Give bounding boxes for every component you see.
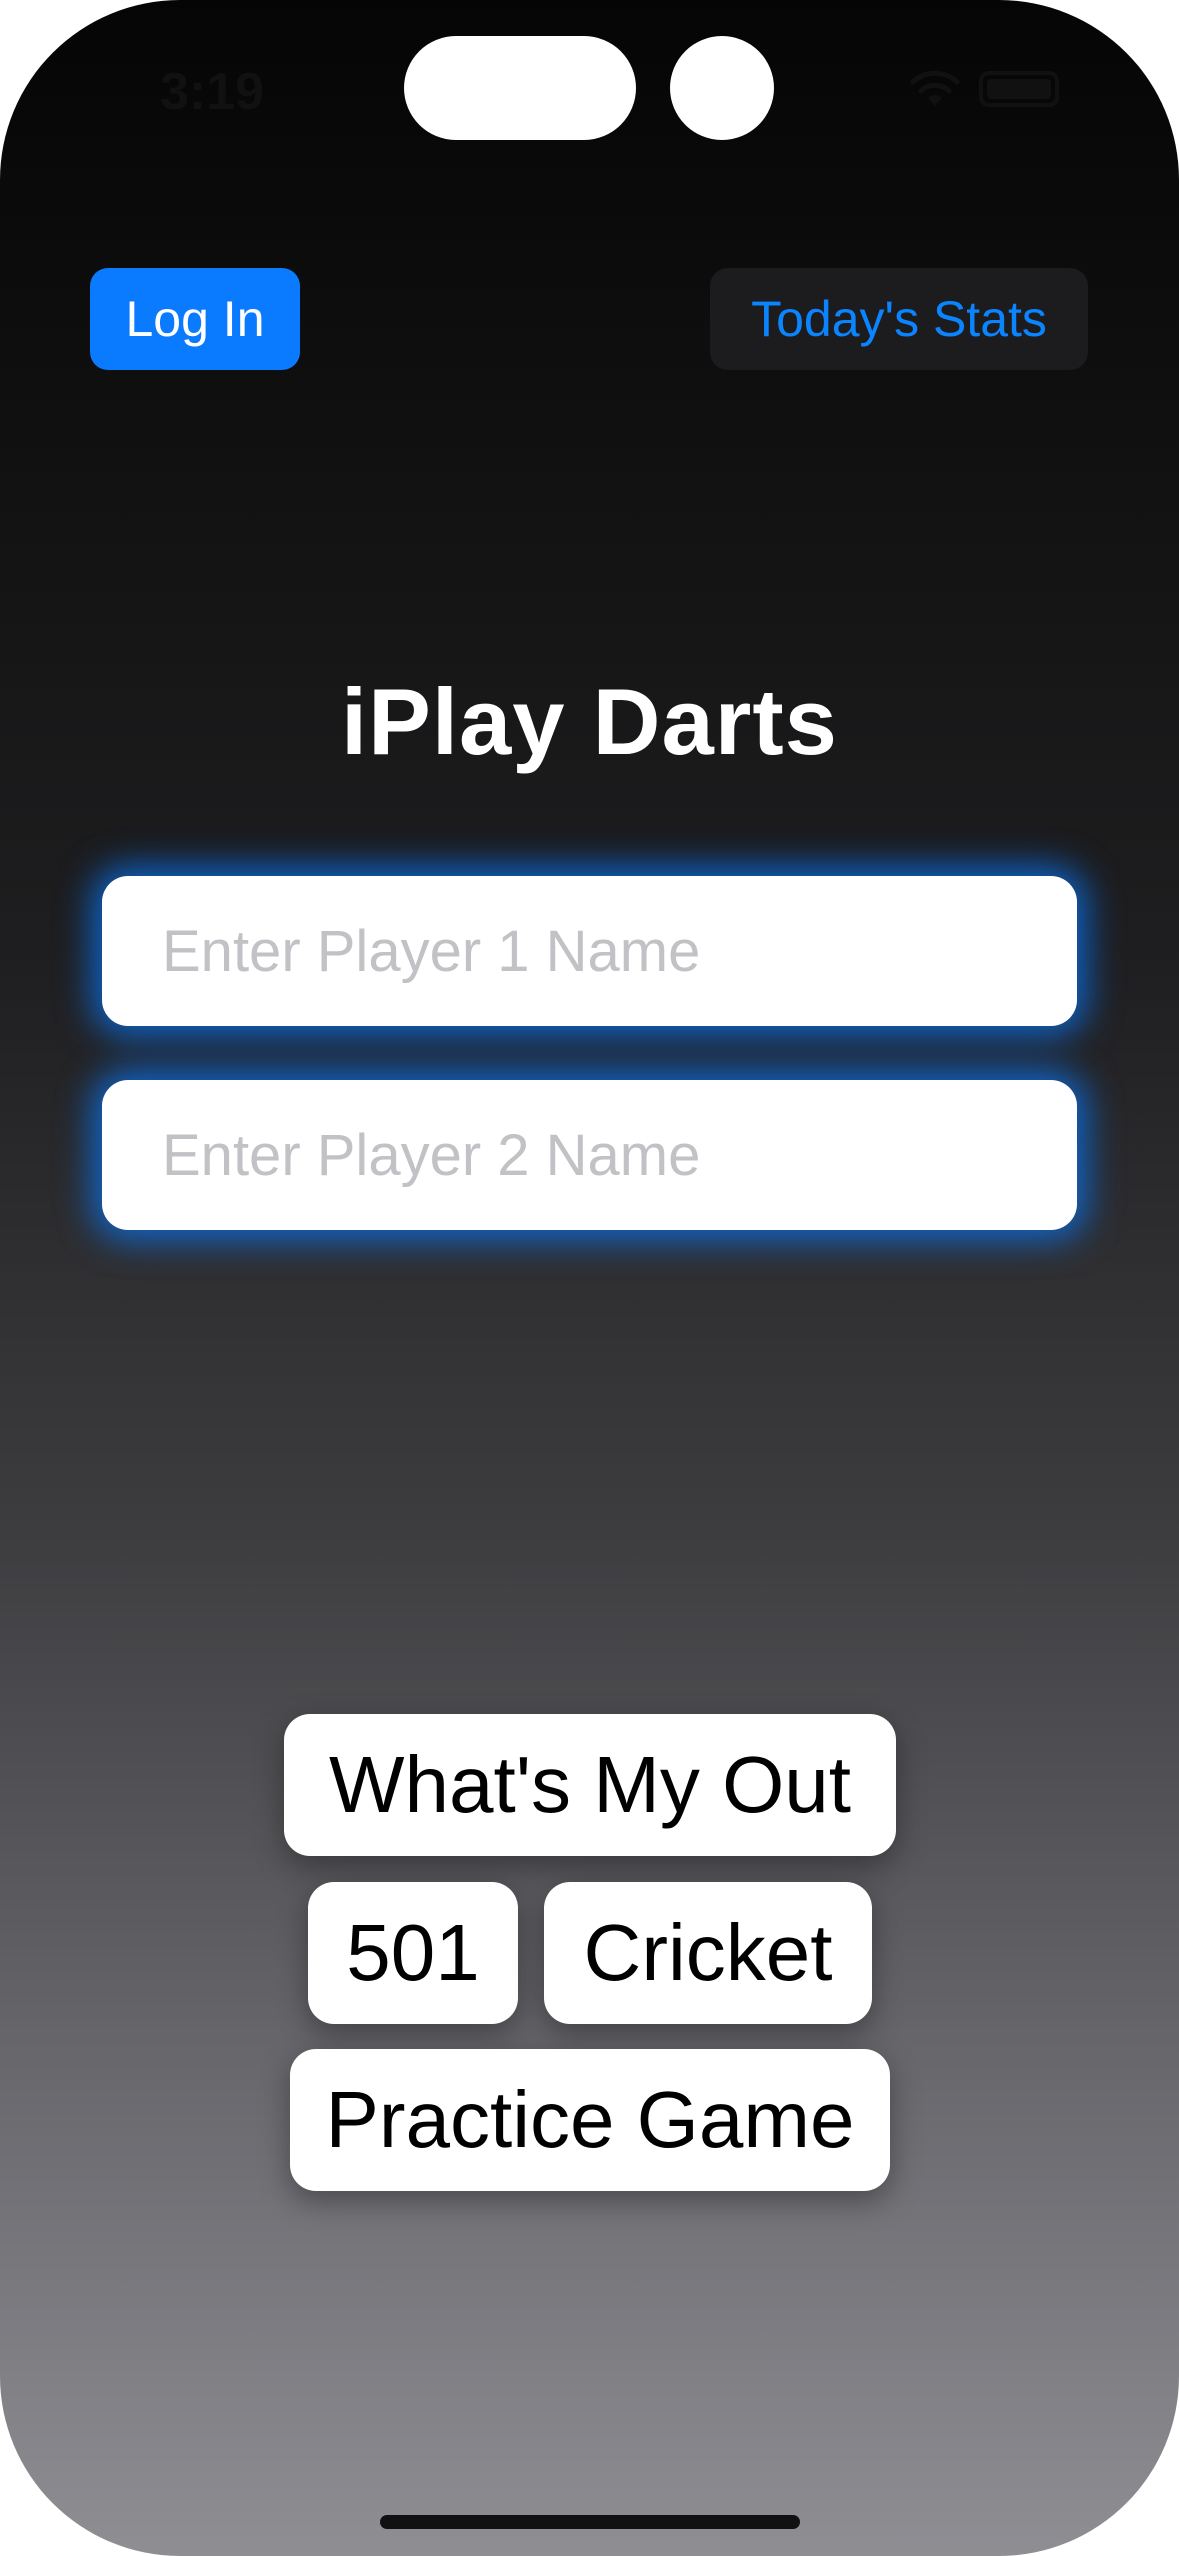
app-title: iPlay Darts [341, 669, 838, 774]
wifi-icon [910, 70, 960, 106]
status-icons [909, 70, 1059, 108]
player-1-name-input[interactable] [102, 876, 1077, 1026]
whats-my-out-button[interactable]: What's My Out [284, 1714, 896, 1856]
501-button[interactable]: 501 [308, 1882, 518, 2024]
app-screen: 3:19 Log In Today's Stats iPlay Darts Wh… [0, 0, 1179, 2556]
practice-game-button[interactable]: Practice Game [290, 2049, 890, 2191]
player-2-name-input[interactable] [102, 1080, 1077, 1230]
todays-stats-button[interactable]: Today's Stats [710, 268, 1088, 370]
cricket-button[interactable]: Cricket [544, 1882, 872, 2024]
status-bar: 3:19 [0, 0, 1179, 180]
home-indicator[interactable] [380, 2515, 800, 2529]
login-button[interactable]: Log In [90, 268, 300, 370]
dynamic-island-camera [670, 36, 774, 140]
status-time: 3:19 [160, 63, 265, 121]
dynamic-island [404, 36, 636, 140]
battery-icon [979, 71, 1059, 107]
